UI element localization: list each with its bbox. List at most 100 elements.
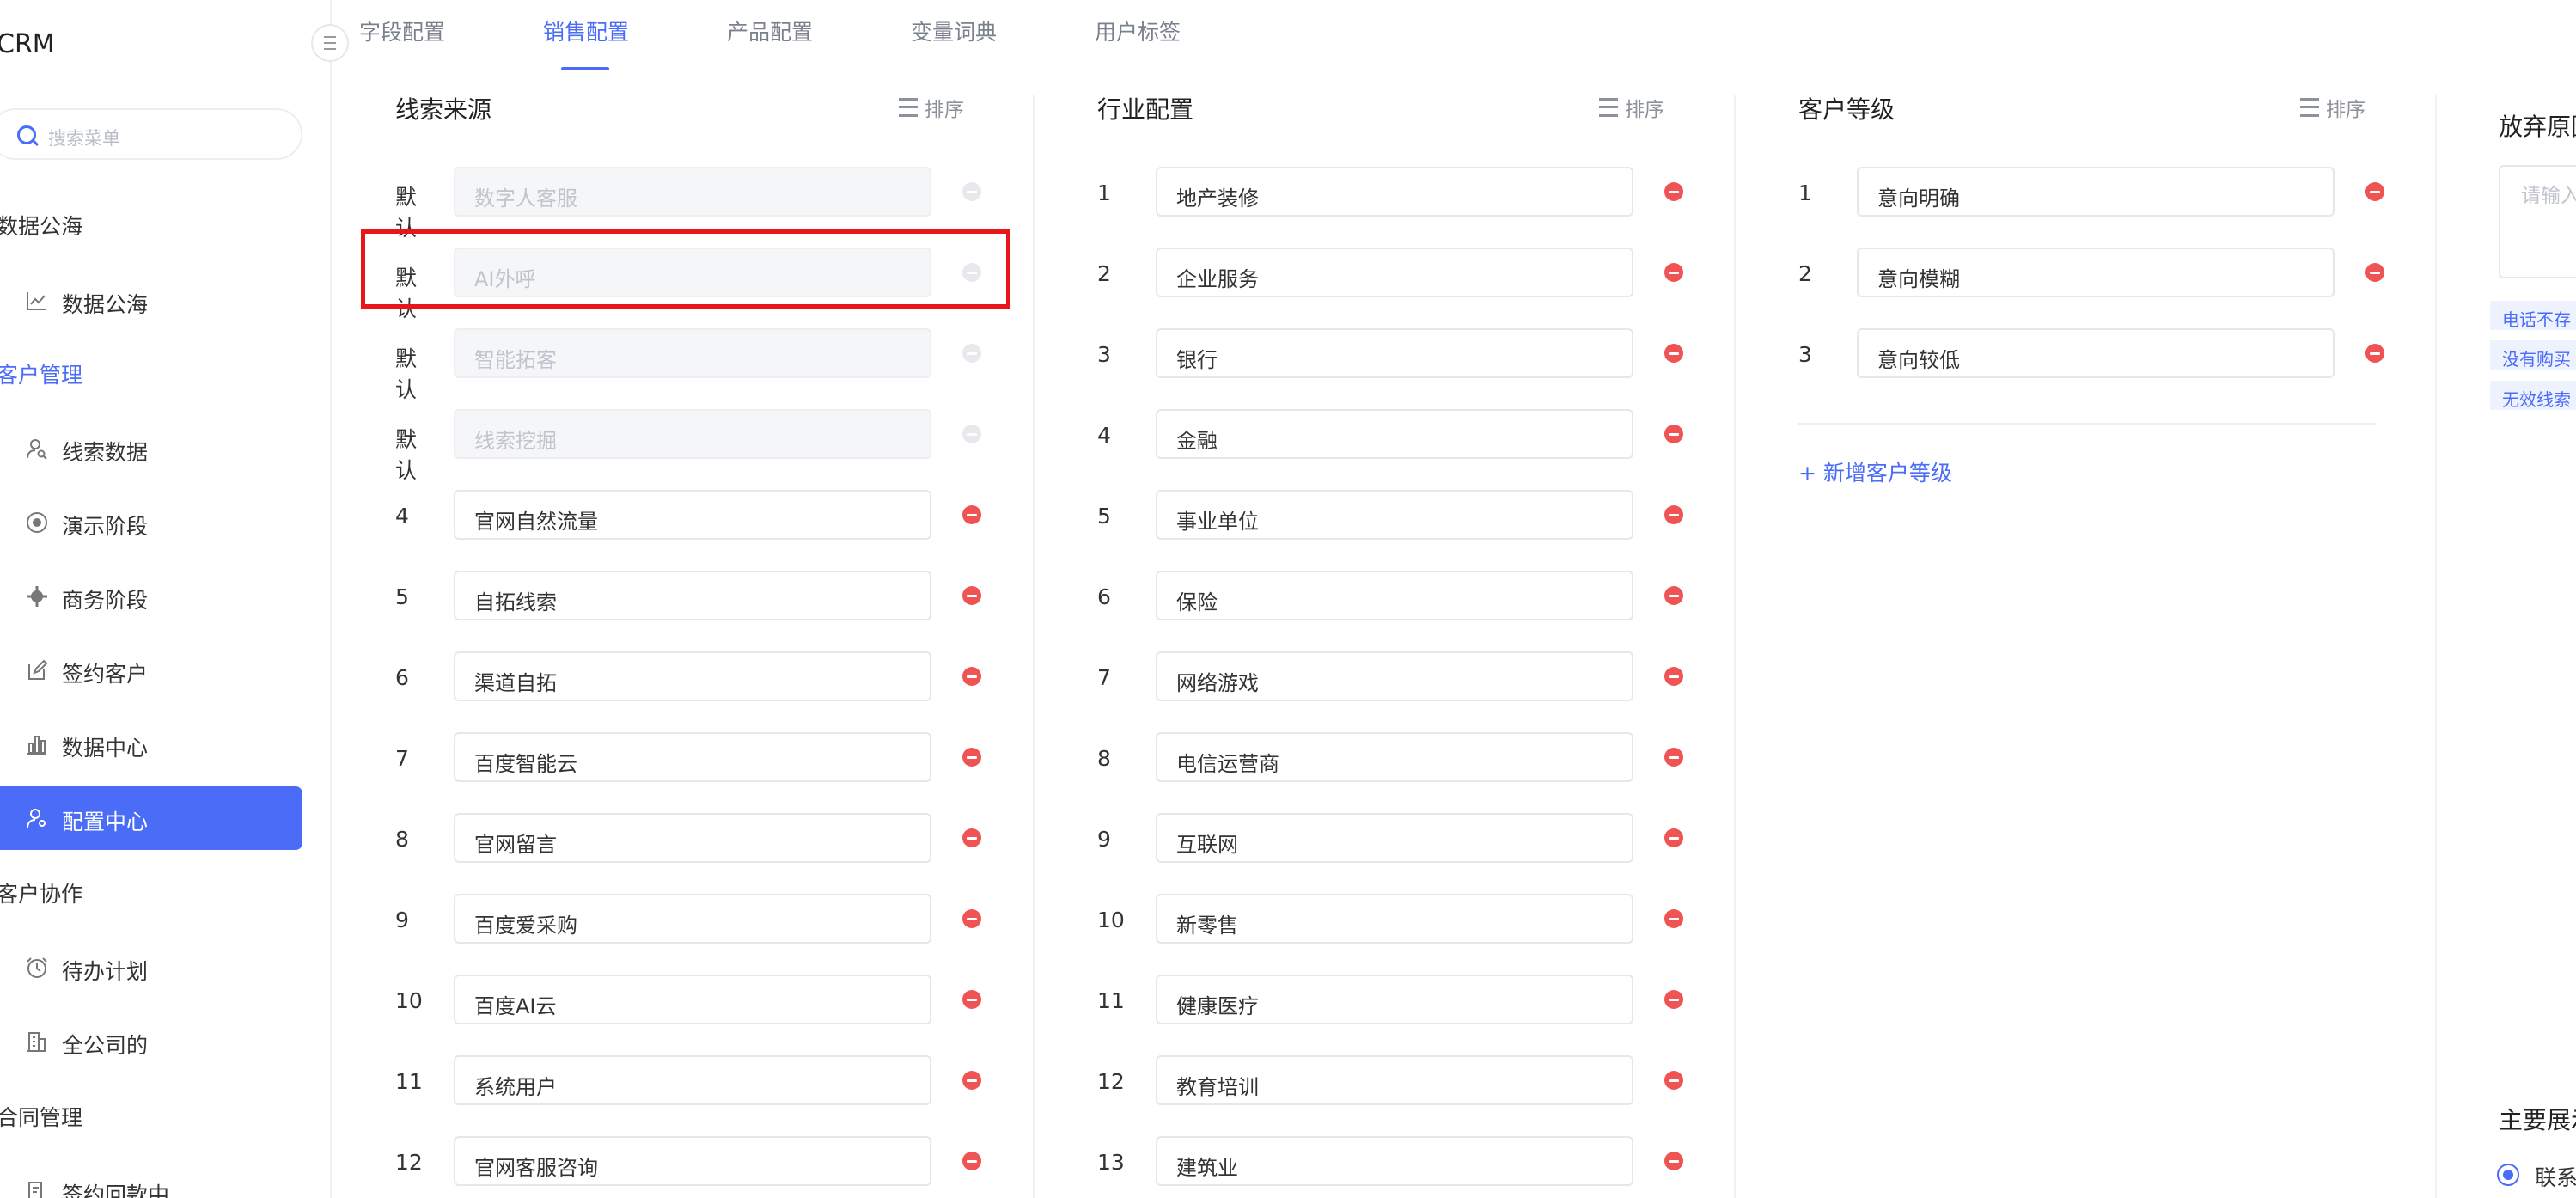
sort-button[interactable]: 排序 (1599, 93, 1664, 122)
menu-group-customer-collaboration[interactable]: 客户协作 (0, 877, 82, 908)
sidebar-item-data-pool[interactable]: 数据公海 (0, 269, 302, 333)
column-divider (1734, 95, 1736, 1198)
sidebar: CRM 搜索菜单 数据公海 数据公海 客户管理 线索数据 演示阶段 商务阶段 签… (0, 0, 332, 1198)
sidebar-item-signed-payment[interactable]: 签约回款中 (0, 1159, 302, 1198)
menu-group-contract-management[interactable]: 合同管理 (0, 1101, 82, 1132)
reason-tag[interactable]: 没有购买 (2490, 340, 2576, 370)
tab-sales-config[interactable]: 销售配置 (543, 15, 629, 46)
option-input[interactable]: 意向明确 (1857, 167, 2335, 217)
remove-icon[interactable] (962, 1152, 981, 1170)
remove-icon[interactable] (1664, 182, 1683, 201)
remove-icon[interactable] (1664, 586, 1683, 605)
sort-icon (1599, 98, 1618, 117)
remove-icon[interactable] (1664, 909, 1683, 928)
sidebar-collapse-button[interactable] (311, 24, 349, 62)
remove-icon[interactable] (1664, 425, 1683, 443)
option-input[interactable]: 官网留言 (454, 813, 931, 863)
option-input[interactable]: 百度智能云 (454, 732, 931, 782)
option-input[interactable]: 意向较低 (1857, 328, 2335, 378)
main-display-radio[interactable] (2497, 1164, 2519, 1186)
reason-tag[interactable]: 无效线索 (2490, 381, 2576, 410)
bar-chart-icon (27, 736, 46, 755)
option-input[interactable]: 健康医疗 (1156, 975, 1633, 1024)
sidebar-item-signed-customers[interactable]: 签约客户 (0, 639, 302, 702)
option-input[interactable]: 百度爱采购 (454, 894, 931, 944)
option-input[interactable]: 建筑业 (1156, 1136, 1633, 1186)
remove-icon[interactable] (1664, 748, 1683, 767)
remove-icon[interactable] (1664, 1071, 1683, 1090)
option-input[interactable]: 保险 (1156, 571, 1633, 620)
option-input[interactable]: 系统用户 (454, 1055, 931, 1105)
remove-icon[interactable] (1664, 990, 1683, 1009)
sort-button[interactable]: 排序 (2300, 93, 2365, 122)
option-input[interactable]: 百度AI云 (454, 975, 931, 1024)
option-value: 建筑业 (1176, 1156, 1238, 1180)
remove-icon[interactable] (962, 667, 981, 686)
remove-icon[interactable] (962, 990, 981, 1009)
menu-group-customer-management[interactable]: 客户管理 (0, 358, 82, 389)
tab-product-config[interactable]: 产品配置 (727, 15, 813, 46)
building-icon (27, 1032, 46, 1052)
sidebar-item-data-center[interactable]: 数据中心 (0, 712, 302, 776)
option-input[interactable]: 金融 (1156, 409, 1633, 459)
option-input[interactable]: 地产装修 (1156, 167, 1633, 217)
remove-icon[interactable] (2365, 263, 2384, 282)
remove-icon[interactable] (1664, 344, 1683, 363)
remove-icon[interactable] (1664, 667, 1683, 686)
tab-variable-dictionary[interactable]: 变量词典 (911, 15, 997, 46)
option-value: 数字人客服 (474, 186, 577, 211)
option-input[interactable]: 银行 (1156, 328, 1633, 378)
option-input[interactable]: 新零售 (1156, 894, 1633, 944)
sidebar-item-company-wide[interactable]: 全公司的 (0, 1010, 302, 1073)
option-value: 自拓线索 (474, 590, 557, 614)
sidebar-item-config-center[interactable]: 配置中心 (0, 786, 302, 850)
remove-icon[interactable] (1664, 828, 1683, 847)
remove-icon[interactable] (2365, 182, 2384, 201)
search-placeholder: 搜索菜单 (48, 128, 120, 149)
remove-icon[interactable] (962, 748, 981, 767)
option-input[interactable]: 事业单位 (1156, 490, 1633, 540)
remove-icon[interactable] (1664, 505, 1683, 524)
sidebar-item-business-stage[interactable]: 商务阶段 (0, 565, 302, 628)
remove-icon[interactable] (962, 828, 981, 847)
remove-icon (962, 425, 981, 443)
option-input[interactable]: 企业服务 (1156, 248, 1633, 297)
option-input[interactable]: 自拓线索 (454, 571, 931, 620)
option-input[interactable]: 官网自然流量 (454, 490, 931, 540)
option-value: 百度AI云 (474, 994, 557, 1018)
remove-icon[interactable] (2365, 344, 2384, 363)
sidebar-item-label: 线索数据 (62, 440, 149, 465)
app-title: CRM (0, 29, 55, 59)
option-input[interactable]: 渠道自拓 (454, 651, 931, 701)
option-input[interactable]: 官网客服咨询 (454, 1136, 931, 1186)
option-value: 地产装修 (1176, 186, 1259, 211)
remove-icon[interactable] (962, 1071, 981, 1090)
remove-icon[interactable] (962, 586, 981, 605)
option-input[interactable]: 教育培训 (1156, 1055, 1633, 1105)
option-value: 银行 (1176, 348, 1218, 372)
search-input[interactable]: 搜索菜单 (0, 108, 302, 160)
option-input[interactable]: 网络游戏 (1156, 651, 1633, 701)
option-input[interactable]: 电信运营商 (1156, 732, 1633, 782)
sidebar-item-todo-plan[interactable]: 待办计划 (0, 936, 302, 999)
menu-group-data-pool[interactable]: 数据公海 (0, 210, 82, 241)
tab-user-tags[interactable]: 用户标签 (1095, 15, 1181, 46)
option-value: 企业服务 (1176, 267, 1259, 291)
remove-icon[interactable] (1664, 263, 1683, 282)
sidebar-item-label: 数据公海 (62, 292, 149, 317)
option-value: 官网自然流量 (474, 510, 598, 534)
tab-field-config[interactable]: 字段配置 (359, 15, 445, 46)
remove-icon[interactable] (962, 505, 981, 524)
reason-tag[interactable]: 电话不存 (2490, 301, 2576, 330)
sidebar-item-lead-data[interactable]: 线索数据 (0, 417, 302, 480)
option-input[interactable]: 互联网 (1156, 813, 1633, 863)
abandon-reason-input[interactable]: 请输入 (2499, 165, 2576, 278)
sort-button[interactable]: 排序 (899, 93, 964, 122)
remove-icon[interactable] (962, 909, 981, 928)
gear-icon (27, 586, 47, 607)
add-customer-level-button[interactable]: + 新增客户等级 (1798, 456, 1952, 487)
sidebar-item-demo-stage[interactable]: 演示阶段 (0, 491, 302, 554)
panel-title: 行业配置 (1097, 95, 1194, 124)
option-input[interactable]: 意向模糊 (1857, 248, 2335, 297)
remove-icon[interactable] (1664, 1152, 1683, 1170)
